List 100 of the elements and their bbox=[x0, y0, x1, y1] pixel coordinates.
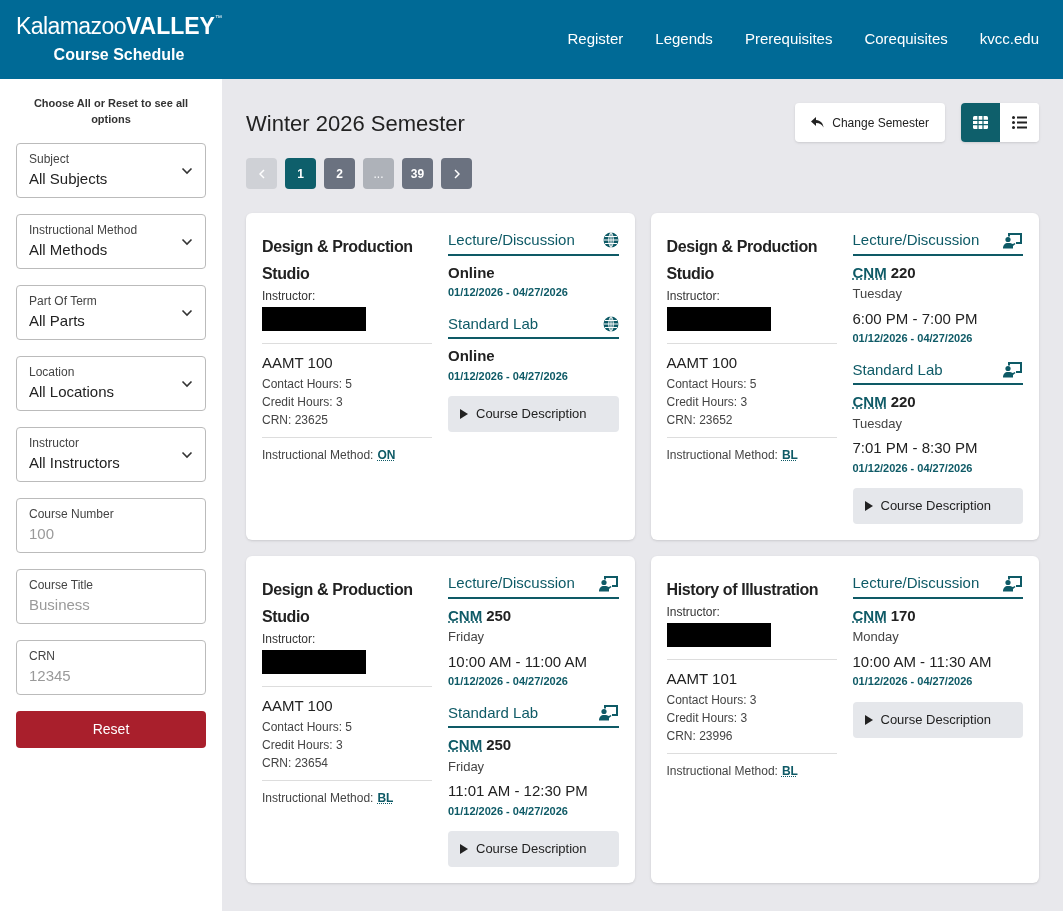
course-title: Design & Production Studio bbox=[666, 237, 819, 284]
page-button[interactable]: 39 bbox=[402, 158, 433, 189]
meeting-type: Standard Lab bbox=[448, 313, 539, 334]
meeting-time: 10:00 AM - 11:00 AM bbox=[448, 651, 588, 672]
nav-link[interactable]: kvcc.edu bbox=[979, 28, 1039, 51]
building-link[interactable]: CNM bbox=[448, 604, 483, 627]
meeting-time: 10:00 AM - 11:30 AM bbox=[852, 651, 993, 672]
filter-field[interactable]: Course Number 100 bbox=[16, 498, 206, 553]
reset-button[interactable]: Reset bbox=[16, 711, 206, 748]
field-label: Course Title bbox=[29, 577, 95, 595]
contact-hours: Contact Hours: 5 bbox=[262, 375, 354, 393]
grid-view-button[interactable] bbox=[961, 103, 1000, 142]
credit-hours: Credit Hours: 3 bbox=[262, 393, 344, 411]
method-label: Instructional Method: bbox=[666, 446, 778, 464]
meeting-day: Friday bbox=[448, 756, 619, 776]
crn-number: CRN: 23996 bbox=[666, 727, 734, 745]
site-subtitle: Course Schedule bbox=[53, 44, 185, 65]
method-label: Instructional Method: bbox=[262, 446, 374, 464]
instructor-label: Instructor: bbox=[666, 604, 721, 621]
presenter-icon bbox=[598, 574, 619, 592]
presenter-icon bbox=[598, 704, 619, 722]
course-code: AAMT 101 bbox=[666, 669, 739, 689]
course-description-toggle[interactable]: Course Description bbox=[448, 396, 619, 432]
chevron-down-icon bbox=[181, 237, 193, 246]
building-link[interactable]: CNM bbox=[852, 261, 887, 284]
chevron-down-icon bbox=[181, 308, 193, 317]
instructor-label: Instructor: bbox=[262, 631, 317, 648]
grid-icon bbox=[973, 116, 988, 129]
contact-hours: Contact Hours: 3 bbox=[666, 691, 758, 709]
meeting-day: Tuesday bbox=[852, 284, 1023, 304]
instructor-label: Instructor: bbox=[666, 288, 721, 305]
method-code[interactable]: BL bbox=[781, 445, 798, 464]
list-view-button[interactable] bbox=[1000, 103, 1039, 142]
course-description-toggle[interactable]: Course Description bbox=[852, 488, 1023, 524]
meeting-location: Online bbox=[448, 346, 496, 366]
filter-input[interactable]: 100 bbox=[29, 523, 193, 546]
credit-hours: Credit Hours: 3 bbox=[666, 393, 749, 411]
meeting-dates: 01/12/2026 - 04/27/2026 bbox=[852, 460, 974, 476]
method-code[interactable]: BL bbox=[781, 761, 798, 780]
filter-select[interactable]: Location All Locations bbox=[16, 356, 206, 411]
chevron-right-icon bbox=[453, 168, 460, 179]
method-code[interactable]: ON bbox=[377, 445, 396, 464]
room-number: 220 bbox=[890, 392, 916, 412]
course-description-toggle[interactable]: Course Description bbox=[852, 701, 1023, 738]
filter-select[interactable]: Instructor All Instructors bbox=[16, 427, 206, 482]
meeting-type: Standard Lab bbox=[448, 702, 539, 723]
meeting-type: Lecture/Discussion bbox=[448, 573, 575, 593]
meeting-type: Lecture/Discussion bbox=[448, 230, 575, 250]
filter-select[interactable]: Part Of Term All Parts bbox=[16, 285, 206, 340]
presenter-icon bbox=[1003, 231, 1023, 249]
meeting-type: Standard Lab bbox=[852, 359, 943, 380]
filter-field[interactable]: Course Title Business bbox=[16, 569, 206, 624]
filter-field[interactable]: CRN 12345 bbox=[16, 640, 206, 695]
building-link[interactable]: CNM bbox=[852, 604, 887, 627]
course-title: Design & Production Studio bbox=[262, 580, 414, 627]
undo-arrow-icon bbox=[811, 117, 825, 128]
chevron-left-icon bbox=[258, 168, 265, 179]
filter-input[interactable]: Business bbox=[29, 594, 193, 617]
contact-hours: Contact Hours: 5 bbox=[666, 375, 758, 393]
list-icon bbox=[1012, 116, 1027, 129]
triangle-right-icon bbox=[460, 409, 468, 419]
globe-icon bbox=[602, 232, 619, 249]
semester-title: Winter 2026 Semester bbox=[246, 110, 465, 138]
credit-hours: Credit Hours: 3 bbox=[666, 709, 749, 727]
meeting-type: Lecture/Discussion bbox=[852, 230, 980, 250]
room-number: 170 bbox=[890, 605, 916, 626]
change-semester-button[interactable]: Change Semester bbox=[795, 103, 945, 142]
meeting-day: Monday bbox=[852, 627, 1023, 647]
filter-select[interactable]: Instructional Method All Methods bbox=[16, 214, 206, 269]
meeting-dates: 01/12/2026 - 04/27/2026 bbox=[852, 674, 974, 689]
meeting-day: Tuesday bbox=[852, 413, 1023, 433]
course-description-toggle[interactable]: Course Description bbox=[448, 831, 619, 867]
nav-link[interactable]: Legends bbox=[655, 28, 713, 51]
course-code: AAMT 100 bbox=[262, 696, 334, 716]
crn-number: CRN: 23654 bbox=[262, 754, 330, 772]
page-button[interactable]: 1 bbox=[285, 158, 316, 189]
method-label: Instructional Method: bbox=[666, 762, 778, 780]
nav-link[interactable]: Corequisites bbox=[864, 28, 948, 51]
triangle-right-icon bbox=[864, 714, 873, 725]
building-link[interactable]: CNM bbox=[852, 391, 887, 414]
filter-input[interactable]: 12345 bbox=[29, 665, 193, 688]
nav-link[interactable]: Register bbox=[567, 28, 624, 51]
meeting-location: Online bbox=[448, 262, 496, 283]
next-page-button[interactable] bbox=[441, 158, 472, 189]
building-link[interactable]: CNM bbox=[448, 734, 483, 757]
page-button[interactable]: 2 bbox=[324, 158, 355, 189]
meeting-dates: 01/12/2026 - 04/27/2026 bbox=[448, 674, 569, 689]
meeting-time: 7:01 PM - 8:30 PM bbox=[852, 438, 979, 458]
instructor-label: Instructor: bbox=[262, 288, 317, 305]
field-label: CRN bbox=[29, 648, 56, 666]
meeting-dates: 01/12/2026 - 04/27/2026 bbox=[852, 331, 974, 346]
globe-icon bbox=[602, 315, 619, 332]
room-number: 250 bbox=[486, 735, 512, 755]
method-code[interactable]: BL bbox=[377, 788, 394, 807]
triangle-right-icon bbox=[864, 501, 873, 511]
method-label: Instructional Method: bbox=[262, 789, 374, 807]
nav-link[interactable]: Prerequisites bbox=[744, 28, 833, 51]
triangle-right-icon bbox=[460, 844, 468, 854]
chevron-down-icon bbox=[181, 166, 193, 175]
filter-select[interactable]: Subject All Subjects bbox=[16, 143, 206, 198]
